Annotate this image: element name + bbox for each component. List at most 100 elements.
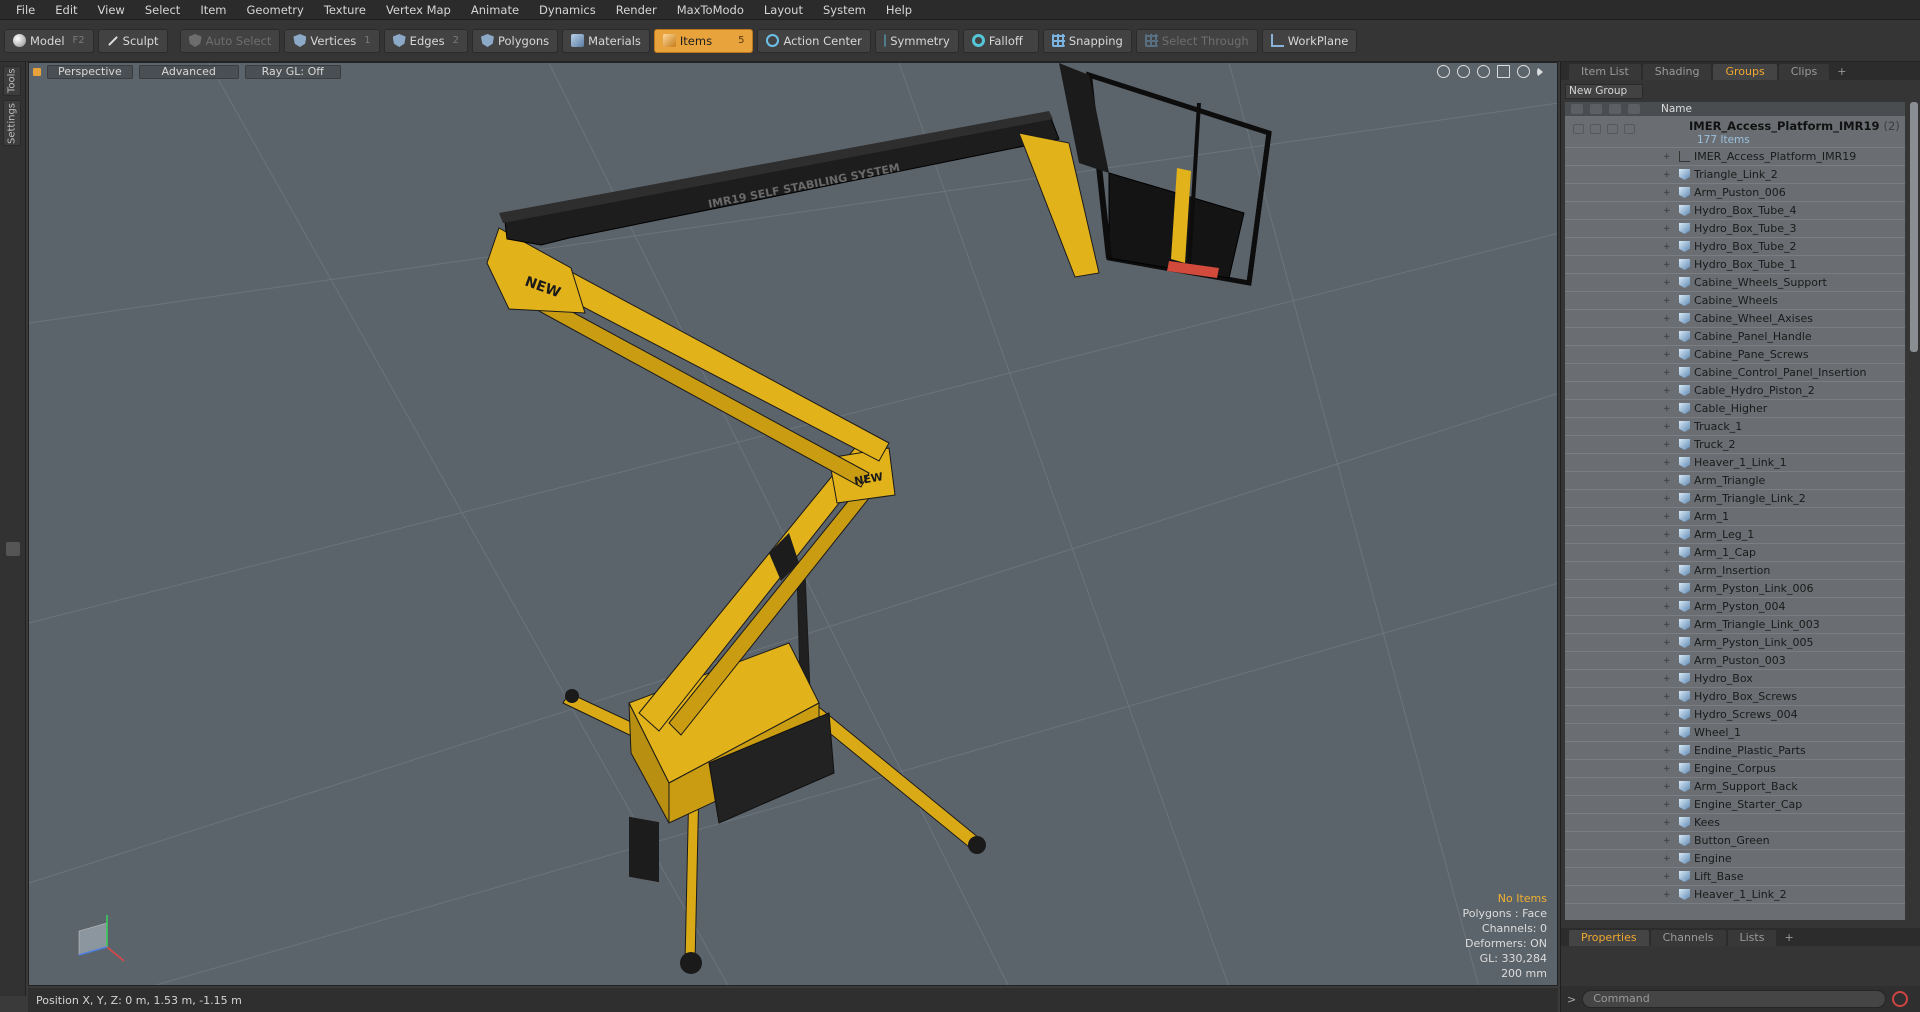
list-item[interactable]: + Cable_Higher <box>1565 400 1905 418</box>
expand-icon[interactable]: + <box>1663 764 1679 774</box>
expand-icon[interactable]: + <box>1663 710 1679 720</box>
expand-icon[interactable]: + <box>1663 224 1679 234</box>
tab-clips[interactable]: Clips <box>1778 64 1830 80</box>
list-item[interactable]: + Arm_Pyston_Link_005 <box>1565 634 1905 652</box>
tab-settings[interactable]: Settings <box>3 100 21 146</box>
list-item[interactable]: + Arm_Puston_006 <box>1565 184 1905 202</box>
expand-icon[interactable]: + <box>1663 692 1679 702</box>
expand-icon[interactable]: + <box>1663 368 1679 378</box>
command-input[interactable]: Command <box>1582 990 1887 1008</box>
list-item[interactable]: + Hydro_Box_Tube_4 <box>1565 202 1905 220</box>
list-item[interactable]: + Heaver_1_Link_2 <box>1565 886 1905 904</box>
list-item[interactable]: + Arm_Triangle <box>1565 472 1905 490</box>
3d-viewport[interactable]: NEW NEW IMR19 SELF STABILING SYSTEM Pers… <box>28 62 1558 986</box>
menu-system[interactable]: System <box>813 0 876 20</box>
symmetry-button[interactable]: Symmetry <box>874 28 959 53</box>
root-lock-toggle[interactable] <box>1607 124 1618 134</box>
expand-icon[interactable]: + <box>1663 314 1679 324</box>
list-item[interactable]: + Button_Green <box>1565 832 1905 850</box>
polygons-button[interactable]: Polygons <box>471 28 559 53</box>
expand-icon[interactable]: + <box>1663 332 1679 342</box>
expand-icon[interactable]: + <box>1663 818 1679 828</box>
ray-gl-toggle[interactable]: Ray GL: Off <box>244 65 341 79</box>
menu-edit[interactable]: Edit <box>45 0 87 20</box>
menu-maxtomodo[interactable]: MaxToModo <box>667 0 754 20</box>
select-column-icon[interactable] <box>1628 104 1640 114</box>
lock-column-icon[interactable] <box>1609 104 1621 114</box>
tab-item-list[interactable]: Item List <box>1569 64 1641 80</box>
list-item[interactable]: + Arm_Support_Back <box>1565 778 1905 796</box>
list-item[interactable]: + Cabine_Pane_Screws <box>1565 346 1905 364</box>
name-column-header[interactable]: Name <box>1661 103 1692 115</box>
add-tab-icon[interactable]: + <box>1831 64 1852 80</box>
menu-select[interactable]: Select <box>135 0 190 20</box>
viewport-menu-icon[interactable] <box>33 68 41 76</box>
list-item[interactable]: + Hydro_Box_Tube_3 <box>1565 220 1905 238</box>
rotate-icon[interactable] <box>1457 65 1470 78</box>
list-item[interactable]: + Triangle_Link_2 <box>1565 166 1905 184</box>
expand-icon[interactable]: + <box>1663 476 1679 486</box>
expand-icon[interactable]: + <box>1663 386 1679 396</box>
snapping-button[interactable]: Snapping <box>1042 28 1132 53</box>
root-visibility-toggle[interactable] <box>1573 124 1584 134</box>
expand-icon[interactable]: + <box>1663 494 1679 504</box>
pan-icon[interactable] <box>1437 65 1450 78</box>
list-item[interactable]: + Truack_1 <box>1565 418 1905 436</box>
expand-icon[interactable]: + <box>1663 548 1679 558</box>
expand-icon[interactable]: + <box>1663 584 1679 594</box>
expand-icon[interactable]: + <box>1663 188 1679 198</box>
view-type-perspective[interactable]: Perspective <box>47 65 133 79</box>
panel-toggle-handle[interactable] <box>6 542 20 556</box>
list-item[interactable]: + Arm_Leg_1 <box>1565 526 1905 544</box>
list-item[interactable]: + Arm_Insertion <box>1565 562 1905 580</box>
list-item[interactable]: + Hydro_Screws_004 <box>1565 706 1905 724</box>
expand-icon[interactable]: + <box>1663 440 1679 450</box>
expand-icon[interactable]: + <box>1663 638 1679 648</box>
render-column-icon[interactable] <box>1590 104 1602 114</box>
maximize-icon[interactable] <box>1497 65 1510 78</box>
expand-icon[interactable]: + <box>1663 422 1679 432</box>
expand-icon[interactable]: + <box>1663 512 1679 522</box>
root-select-toggle[interactable] <box>1624 124 1635 134</box>
list-item[interactable]: + Engine_Corpus <box>1565 760 1905 778</box>
tab-groups[interactable]: Groups <box>1713 64 1777 80</box>
select-through-button[interactable]: Select Through <box>1135 28 1258 53</box>
expand-icon[interactable]: + <box>1663 206 1679 216</box>
expand-icon[interactable]: + <box>1663 404 1679 414</box>
scene-render[interactable]: NEW NEW IMR19 SELF STABILING SYSTEM <box>29 63 1558 986</box>
menu-animate[interactable]: Animate <box>461 0 529 20</box>
groups-tree[interactable]: Name IMER_Access_Platform_IMR19 (2) 177 … <box>1565 102 1905 920</box>
list-item[interactable]: + Arm_1_Cap <box>1565 544 1905 562</box>
list-item[interactable]: + Hydro_Box_Screws <box>1565 688 1905 706</box>
list-item[interactable]: + Arm_Triangle_Link_2 <box>1565 490 1905 508</box>
items-button[interactable]: Items 5 <box>653 28 754 53</box>
list-item[interactable]: + IMER_Access_Platform_IMR19 <box>1565 148 1905 166</box>
expand-icon[interactable]: + <box>1663 296 1679 306</box>
list-item[interactable]: + Cabine_Wheel_Axises <box>1565 310 1905 328</box>
expand-icon[interactable]: + <box>1663 728 1679 738</box>
gear-icon[interactable] <box>1517 65 1530 78</box>
list-item[interactable]: + Engine <box>1565 850 1905 868</box>
list-item[interactable]: + Engine_Starter_Cap <box>1565 796 1905 814</box>
expand-icon[interactable]: + <box>1663 458 1679 468</box>
menu-help[interactable]: Help <box>876 0 922 20</box>
zoom-icon[interactable] <box>1477 65 1490 78</box>
expand-icon[interactable]: + <box>1663 836 1679 846</box>
menu-texture[interactable]: Texture <box>314 0 376 20</box>
list-item[interactable]: + Wheel_1 <box>1565 724 1905 742</box>
root-render-toggle[interactable] <box>1590 124 1601 134</box>
menu-layout[interactable]: Layout <box>754 0 813 20</box>
menu-vertex-map[interactable]: Vertex Map <box>376 0 461 20</box>
auto-select-button[interactable]: Auto Select <box>179 28 281 53</box>
materials-button[interactable]: Materials <box>562 28 650 53</box>
action-center-button[interactable]: Action Center <box>757 28 871 53</box>
sculpt-mode-button[interactable]: Sculpt <box>97 28 168 53</box>
menu-geometry[interactable]: Geometry <box>237 0 314 20</box>
expand-icon[interactable]: + <box>1663 656 1679 666</box>
list-item[interactable]: + Arm_Pyston_004 <box>1565 598 1905 616</box>
expand-icon[interactable]: + <box>1663 260 1679 270</box>
tab-shading[interactable]: Shading <box>1642 64 1712 80</box>
list-item[interactable]: + Arm_Pyston_Link_006 <box>1565 580 1905 598</box>
expand-icon[interactable]: + <box>1663 278 1679 288</box>
viewport-options-arrow-icon[interactable] <box>1537 67 1543 77</box>
